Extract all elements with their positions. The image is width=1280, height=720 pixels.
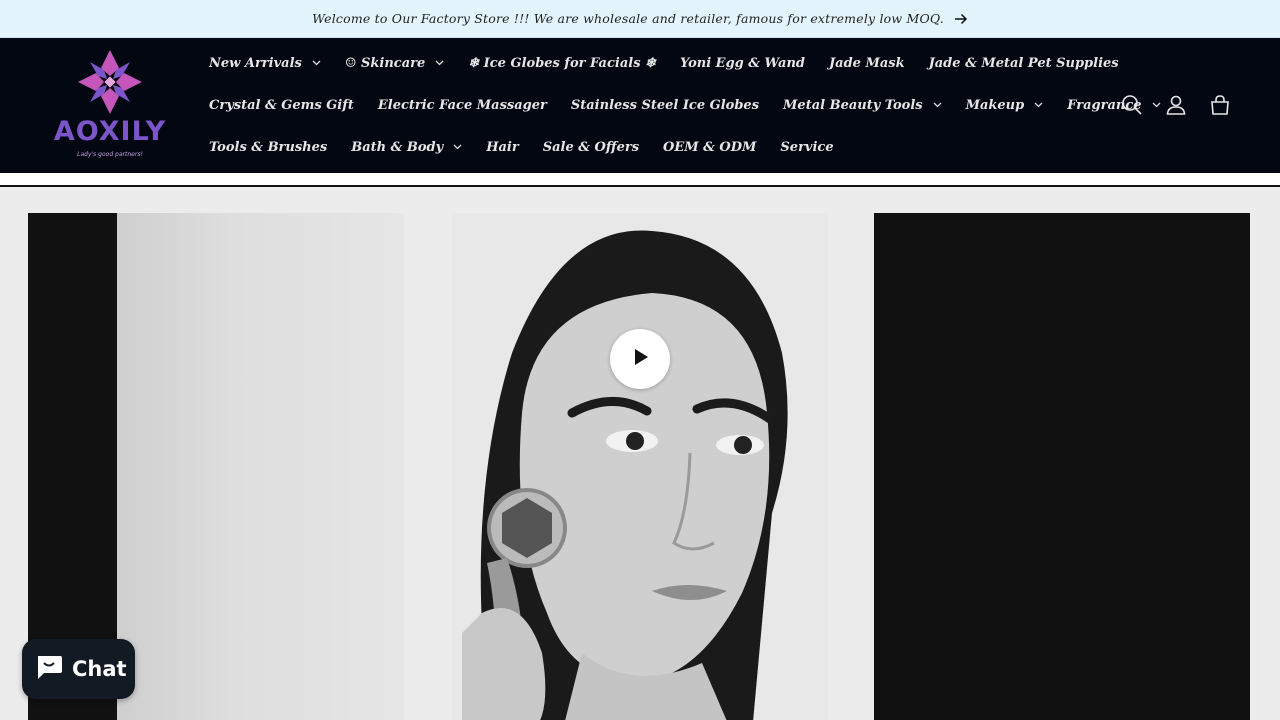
nav-label: Metal Beauty Tools bbox=[783, 97, 923, 113]
nav-label: Electric Face Massager bbox=[377, 97, 547, 113]
brand-logo[interactable]: AOXILY Lady's good partners! bbox=[48, 46, 172, 164]
chat-button[interactable]: Chat bbox=[22, 639, 135, 699]
nav-tools-brushes[interactable]: Tools & Brushes bbox=[200, 126, 336, 168]
play-icon bbox=[630, 347, 650, 371]
nav-label: Service bbox=[780, 139, 834, 155]
nav-label: Stainless Steel Ice Globes bbox=[570, 97, 760, 113]
nav-jade-mask[interactable]: Jade Mask bbox=[820, 42, 914, 84]
announcement-text[interactable]: Welcome to Our Factory Store !!! We are … bbox=[312, 11, 944, 26]
nav-row-3: Tools & Brushes Bath & Body Hair Sale & … bbox=[200, 126, 849, 168]
nav-hair[interactable]: Hair bbox=[477, 126, 528, 168]
chevron-down-icon bbox=[453, 144, 462, 150]
gallery-card-3[interactable] bbox=[874, 213, 1250, 720]
account-icon[interactable] bbox=[1154, 83, 1198, 127]
nav-steel-ice-globes[interactable]: Stainless Steel Ice Globes bbox=[562, 84, 768, 126]
nav-label: Jade Mask bbox=[829, 55, 905, 71]
nav-label: Hair bbox=[486, 139, 519, 155]
logo-emblem-icon bbox=[78, 50, 142, 114]
nav-skincare[interactable]: ☺ Skincare bbox=[336, 42, 453, 84]
nav-yoni-egg[interactable]: Yoni Egg & Wand bbox=[671, 42, 814, 84]
chevron-down-icon bbox=[933, 102, 942, 108]
play-video-button[interactable] bbox=[610, 329, 670, 389]
nav-label: Makeup bbox=[965, 97, 1025, 113]
nav-makeup[interactable]: Makeup bbox=[957, 84, 1053, 126]
chat-label: Chat bbox=[72, 657, 127, 681]
nav-pet-supplies[interactable]: Jade & Metal Pet Supplies bbox=[920, 42, 1128, 84]
nav-electric-massager[interactable]: Electric Face Massager bbox=[369, 84, 556, 126]
gallery-card-2[interactable] bbox=[452, 213, 828, 720]
nav-label: OEM & ODM bbox=[663, 139, 757, 155]
nav-oem-odm[interactable]: OEM & ODM bbox=[654, 126, 765, 168]
nav-ice-globes[interactable]: ❄ Ice Globes for Facials ❄ bbox=[459, 42, 665, 84]
nav-label: Tools & Brushes bbox=[209, 139, 328, 155]
nav-label: Bath & Body bbox=[351, 139, 444, 155]
nav-label: ☺ Skincare bbox=[344, 55, 426, 71]
nav-label: Crystal & Gems Gift bbox=[209, 97, 354, 113]
announcement-bar[interactable]: Welcome to Our Factory Store !!! We are … bbox=[0, 0, 1280, 38]
woman-face-roller-image bbox=[452, 213, 828, 720]
nav-label: ❄ Ice Globes for Facials ❄ bbox=[468, 55, 656, 71]
nav-service[interactable]: Service bbox=[771, 126, 842, 168]
nav-row-1: New Arrivals ☺ Skincare ❄ Ice Globes for… bbox=[200, 42, 1134, 84]
nav-label: Jade & Metal Pet Supplies bbox=[928, 55, 1119, 71]
nav-sale-offers[interactable]: Sale & Offers bbox=[534, 126, 648, 168]
chevron-down-icon bbox=[1034, 102, 1043, 108]
video-gallery: LY bbox=[0, 187, 1280, 720]
nav-crystal-gems[interactable]: Crystal & Gems Gift bbox=[200, 84, 363, 126]
arrow-right-icon[interactable] bbox=[954, 13, 968, 25]
chevron-down-icon bbox=[435, 60, 444, 66]
nav-label: Sale & Offers bbox=[542, 139, 640, 155]
product-panel bbox=[117, 213, 404, 720]
cart-icon[interactable] bbox=[1198, 83, 1242, 127]
brand-tagline: Lady's good partners! bbox=[77, 151, 143, 158]
chat-bubble-icon bbox=[34, 653, 64, 685]
chevron-down-icon bbox=[312, 60, 321, 66]
site-header: AOXILY Lady's good partners! New Arrival… bbox=[0, 38, 1280, 173]
nav-row-2: Crystal & Gems Gift Electric Face Massag… bbox=[200, 84, 1176, 126]
header-actions bbox=[1110, 83, 1242, 127]
nav-bath-body[interactable]: Bath & Body bbox=[342, 126, 471, 168]
nav-new-arrivals[interactable]: New Arrivals bbox=[200, 42, 330, 84]
nav-metal-beauty-tools[interactable]: Metal Beauty Tools bbox=[774, 84, 951, 126]
nav-label: New Arrivals bbox=[209, 55, 302, 71]
nav-label: Yoni Egg & Wand bbox=[679, 55, 805, 71]
search-icon[interactable] bbox=[1110, 83, 1154, 127]
brand-name: AOXILY bbox=[53, 116, 167, 147]
